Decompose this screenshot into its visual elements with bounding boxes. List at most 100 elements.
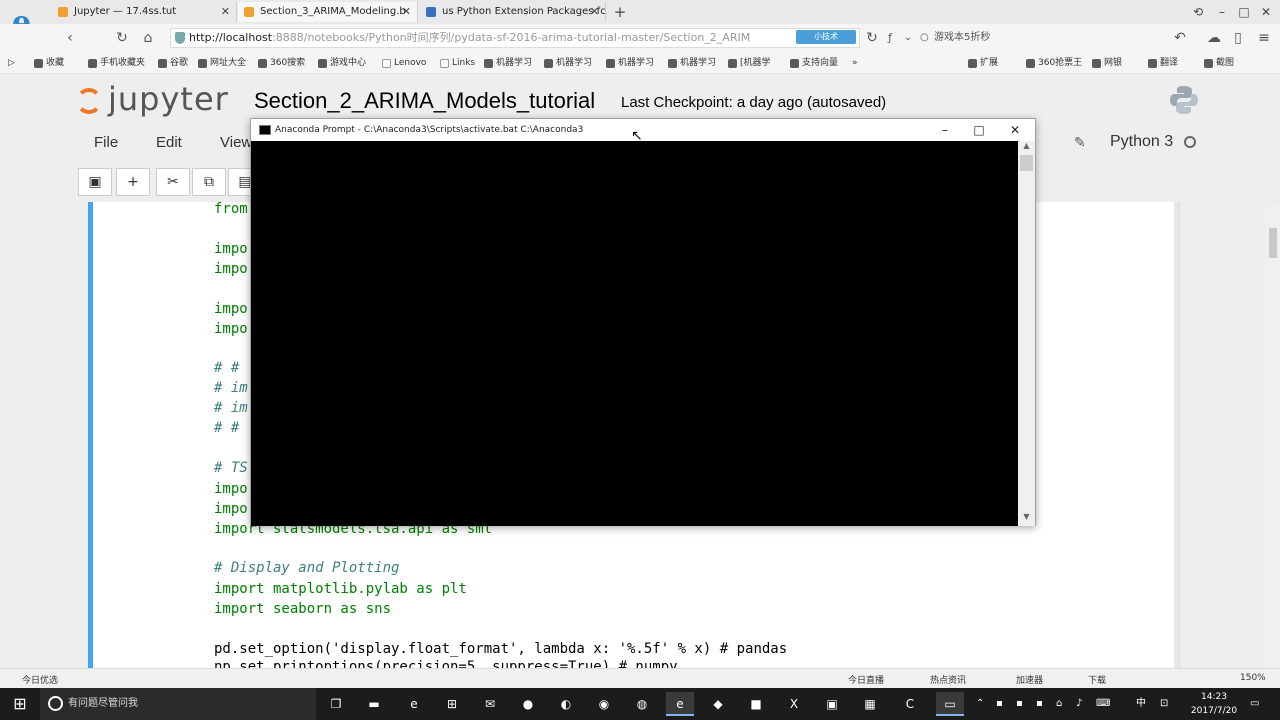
tray-chevron-icon[interactable]: ⌃ <box>976 688 984 720</box>
scroll-up-icon[interactable]: ▲ <box>1018 141 1035 155</box>
excel-icon[interactable]: X <box>780 692 808 716</box>
app-icon[interactable]: ▣ <box>818 692 846 716</box>
code-line[interactable]: impo <box>214 501 248 517</box>
console-close-button[interactable]: ✕ <box>997 119 1033 141</box>
system-clock[interactable]: 14:23 2017/7/20 <box>1186 690 1242 718</box>
task-view-icon[interactable]: ❐ <box>322 692 350 716</box>
keyboard-icon[interactable]: ⌨ <box>1096 688 1110 720</box>
bookmark-item[interactable]: 手机收藏夹 <box>88 56 145 70</box>
bookmark-item[interactable]: 支持向量 <box>790 56 838 70</box>
code-line[interactable]: impo <box>214 261 248 277</box>
status-left[interactable]: 今日优选 <box>22 673 58 686</box>
console-app-icon[interactable]: ▭ <box>936 692 964 716</box>
tab-section3[interactable]: Section_3_ARIMA_Modeling.b ✕ <box>238 2 418 22</box>
tab-close-icon[interactable]: ✕ <box>221 2 230 22</box>
back-icon[interactable]: ‹ <box>60 28 80 48</box>
app-icon[interactable]: ▦ <box>856 692 884 716</box>
bookmark-icon[interactable]: ▯ <box>1228 28 1248 48</box>
minimize-icon[interactable]: – <box>1212 2 1232 22</box>
dropdown-icon[interactable]: ⌄ <box>898 28 918 48</box>
console-scrollbar[interactable]: ▲ ▼ <box>1018 141 1035 526</box>
bookmark-right-item[interactable]: 截图 <box>1204 56 1234 70</box>
add-cell-button[interactable]: + <box>116 168 150 196</box>
code-line[interactable]: impo <box>214 241 248 257</box>
bookmark-item[interactable]: 收藏 <box>34 56 64 70</box>
code-line[interactable]: import matplotlib.pylab as plt <box>214 581 467 597</box>
cloud-icon[interactable]: ☁ <box>1204 28 1224 48</box>
bookmark-item[interactable]: 游戏中心 <box>318 56 366 70</box>
undo-icon[interactable]: ↶ <box>1170 28 1190 48</box>
tab-jupyter[interactable]: Jupyter — 17.4ss.tut ✕ <box>52 2 237 22</box>
code-line[interactable]: from <box>214 201 248 217</box>
app-icon[interactable]: ● <box>514 692 542 716</box>
mail-icon[interactable]: ✉ <box>476 692 504 716</box>
code-line[interactable]: np.set_printoptions(precision=5, suppres… <box>214 659 678 668</box>
input-language[interactable]: 中 <box>1136 688 1146 720</box>
copy-button[interactable]: ⧉ <box>192 168 226 196</box>
app-icon[interactable]: C <box>896 692 924 716</box>
console-minimize-button[interactable]: – <box>927 119 963 141</box>
tab-close-icon[interactable]: ✕ <box>402 2 411 22</box>
bookmark-item[interactable]: 机器学习 <box>484 56 532 70</box>
bookmark-item[interactable]: 360搜索 <box>258 56 305 70</box>
console-output[interactable] <box>251 141 1019 526</box>
network-icon[interactable]: ⌂ <box>1056 688 1062 720</box>
code-line[interactable]: impo <box>214 321 248 337</box>
console-maximize-button[interactable]: □ <box>961 119 997 141</box>
store-icon[interactable]: ⊞ <box>438 692 466 716</box>
bookmark-right-item[interactable]: 360抢票王 <box>1026 56 1082 70</box>
file-explorer-icon[interactable]: ▬ <box>360 692 388 716</box>
cortana-search[interactable]: 有问题尽管问我 <box>40 688 316 720</box>
maximize-icon[interactable]: □ <box>1234 2 1254 22</box>
code-line[interactable]: pd.set_option('display.float_format', la… <box>214 641 787 657</box>
url-badge[interactable]: 小技术 <box>796 30 856 44</box>
code-line[interactable]: import seaborn as sns <box>214 601 391 617</box>
anaconda-prompt-window[interactable]: Anaconda Prompt - C:\Anaconda3\Scripts\a… <box>250 118 1036 526</box>
volume-icon[interactable]: ♪ <box>1076 688 1082 720</box>
tray-icon[interactable]: ▪ <box>1036 688 1043 720</box>
menu-file[interactable]: File <box>94 134 118 151</box>
edge-icon[interactable]: e <box>400 692 428 716</box>
tab-close-icon[interactable]: ✕ <box>590 2 599 22</box>
code-line[interactable]: # im <box>214 400 248 416</box>
menu-view[interactable]: View <box>220 134 252 151</box>
cut-button[interactable]: ✂ <box>156 168 190 196</box>
bookmark-item[interactable]: Lenovo <box>382 56 426 70</box>
code-line[interactable]: # # <box>214 360 239 376</box>
browser-search-input[interactable]: ○ 游戏本5折秒 <box>920 28 1070 48</box>
app-icon[interactable]: ◍ <box>628 692 656 716</box>
code-line[interactable]: # TS <box>214 460 248 476</box>
bookmark-item[interactable]: [机器学 <box>728 56 771 70</box>
browser-app-icon[interactable]: e <box>666 692 694 716</box>
scrollbar-thumb[interactable] <box>1020 155 1033 171</box>
zoom-level[interactable]: 150% <box>1240 673 1266 683</box>
pencil-icon[interactable]: ✎ <box>1074 135 1086 151</box>
home-icon[interactable]: ⌂ <box>138 28 158 48</box>
code-line[interactable]: # im <box>214 380 248 396</box>
bookmark-item[interactable]: 谷歌 <box>158 56 188 70</box>
refresh-icon[interactable]: ↻ <box>112 28 132 48</box>
code-line[interactable]: impo <box>214 301 248 317</box>
code-line[interactable]: # Display and Plotting <box>214 560 399 576</box>
page-scrollbar[interactable] <box>1266 204 1280 668</box>
windows-start-icon[interactable]: ⊞ <box>0 688 40 720</box>
tab-python-packages[interactable]: us Python Extension Packages fc ✕ <box>420 2 606 22</box>
flash-icon[interactable]: ƒ <box>880 28 900 48</box>
app-icon[interactable]: ◉ <box>590 692 618 716</box>
scrollbar-thumb[interactable] <box>1269 228 1277 258</box>
sidebar-toggle-icon[interactable]: ▷ <box>8 56 15 70</box>
tray-icon[interactable]: ▪ <box>996 688 1003 720</box>
more-bookmarks-icon[interactable]: » <box>852 56 858 70</box>
save-icon[interactable]: ▣ <box>78 168 112 196</box>
notebook-title[interactable]: Section_2_ARIMA_Models_tutorial <box>254 88 595 114</box>
new-tab-button[interactable]: + <box>610 2 630 22</box>
status-item[interactable]: 今日直播 <box>848 673 884 686</box>
app-icon[interactable]: ◆ <box>704 692 732 716</box>
bookmark-item[interactable]: 网址大全 <box>198 56 246 70</box>
console-titlebar[interactable]: Anaconda Prompt - C:\Anaconda3\Scripts\a… <box>251 119 1035 141</box>
status-item[interactable]: 加速器 <box>1016 673 1043 686</box>
code-line[interactable]: impo <box>214 481 248 497</box>
app-icon[interactable]: ◐ <box>552 692 580 716</box>
menu-edit[interactable]: Edit <box>156 134 182 151</box>
bookmark-item[interactable]: 机器学习 <box>544 56 592 70</box>
